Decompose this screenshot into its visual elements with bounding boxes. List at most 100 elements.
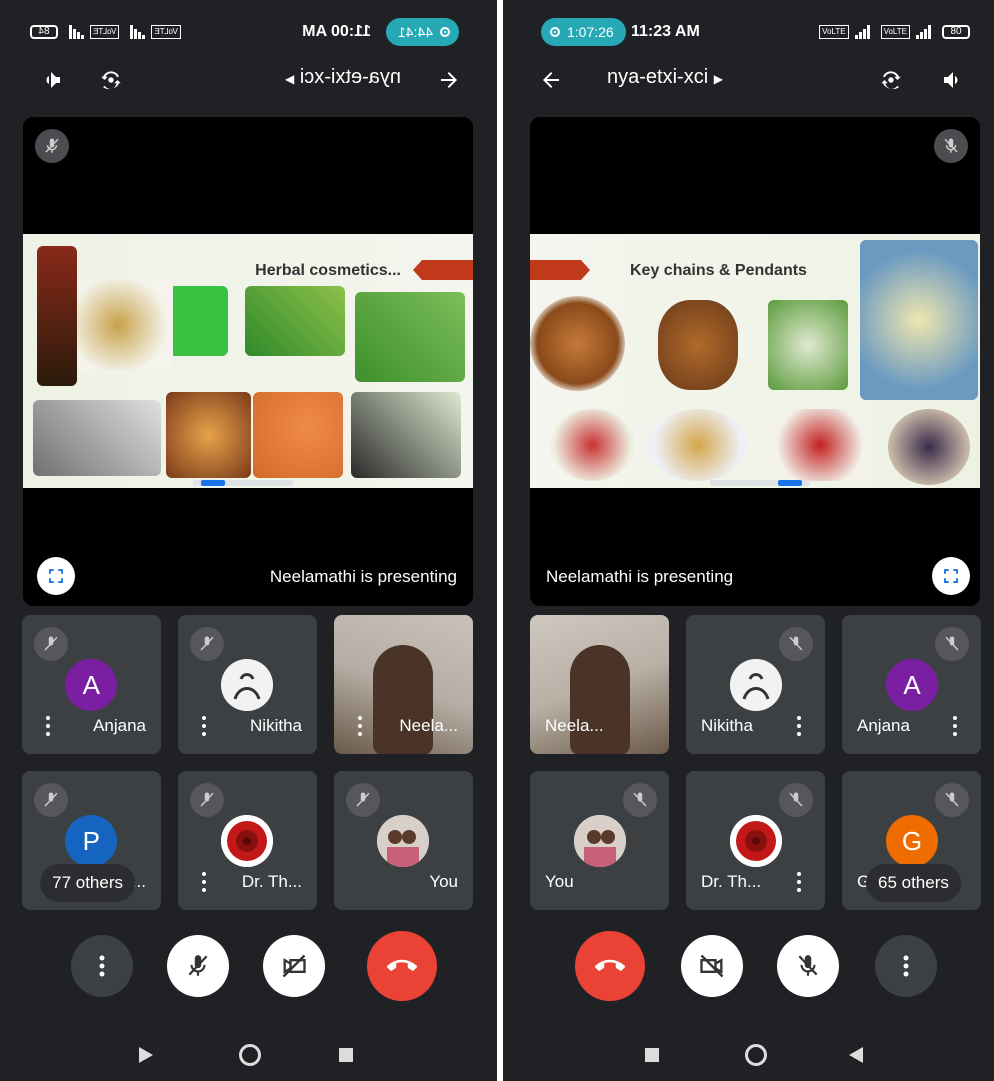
volte-icon: VoLTE (90, 25, 120, 39)
video-off-icon (282, 954, 306, 978)
back-arrow-icon[interactable] (533, 62, 569, 98)
battery-icon: 80 (942, 25, 970, 39)
signal-icon (854, 25, 875, 39)
battery-level: 84 (38, 26, 50, 37)
signal-icon (916, 25, 936, 39)
participant-name: Neela... (545, 716, 604, 735)
others-count-pill[interactable]: 77 others (40, 864, 135, 902)
avatar: G (886, 815, 938, 867)
speaker-icon[interactable] (33, 62, 69, 98)
more-options-button[interactable] (875, 935, 937, 997)
participant-tile[interactable]: Nikitha (686, 615, 825, 754)
camera-toggle-button[interactable] (263, 935, 325, 997)
more-vert-icon[interactable] (46, 716, 50, 736)
nav-home-button[interactable] (745, 1044, 767, 1066)
android-nav-bar (503, 1028, 994, 1080)
participant-name: Anjana (93, 716, 146, 735)
mic-off-icon (935, 783, 969, 817)
square-icon (339, 1048, 353, 1062)
camera-toggle-button[interactable] (681, 935, 743, 997)
nav-back-button[interactable] (135, 1044, 157, 1066)
participant-tile[interactable]: Neela... (530, 615, 669, 754)
more-vert-icon[interactable] (797, 716, 801, 736)
product-photo (530, 296, 625, 391)
right-screenshot: 1:07:26 11:23 AM VoLTE VoLTE 80 nya-etxi… (503, 0, 994, 1081)
presentation-tile[interactable]: Herbal cosmetics... Neelamathi is presen… (23, 117, 473, 606)
mic-off-icon (934, 129, 968, 163)
meeting-code: nya-etxi-xci (299, 66, 401, 88)
avatar (730, 815, 782, 867)
avatar (730, 659, 782, 711)
avatar: A (65, 659, 117, 711)
product-photo (63, 280, 173, 370)
participant-tile[interactable]: You (530, 771, 669, 910)
product-photo (166, 392, 251, 478)
meeting-top-bar: nya-etxi-xci ▶ (0, 58, 497, 102)
participant-tile[interactable]: Dr. Th... (178, 771, 317, 910)
end-call-button[interactable] (367, 931, 437, 1001)
nav-recents-button[interactable] (641, 1044, 663, 1066)
participant-name: Dr. Th... (241, 872, 302, 891)
avatar (574, 815, 626, 867)
mic-off-icon (190, 627, 224, 661)
more-vert-icon[interactable] (797, 872, 801, 892)
recording-timer-pill[interactable]: 44:41 (385, 18, 459, 46)
clock: 11:23 AM (631, 23, 700, 40)
more-vert-icon[interactable] (202, 716, 206, 736)
participant-tile[interactable]: Neela... (334, 615, 473, 754)
fullscreen-button[interactable] (37, 557, 75, 595)
nav-home-button[interactable] (239, 1044, 261, 1066)
shared-slide: Herbal cosmetics... (23, 234, 473, 488)
more-vert-icon[interactable] (358, 716, 362, 736)
fullscreen-button[interactable] (932, 557, 970, 595)
more-options-button[interactable] (71, 935, 133, 997)
mic-toggle-button[interactable] (167, 935, 229, 997)
participant-tile[interactable]: You (334, 771, 473, 910)
back-arrow-icon[interactable] (431, 62, 467, 98)
meeting-title[interactable]: nya-etxi-xci ▶ (607, 66, 723, 89)
camera-flip-icon[interactable] (93, 62, 129, 98)
participant-tile[interactable]: Dr. Th... (686, 771, 825, 910)
signal-icon (125, 25, 146, 39)
meeting-title[interactable]: nya-etxi-xci ▶ (285, 66, 401, 89)
slide-banner (530, 260, 590, 280)
speaker-icon[interactable] (935, 62, 971, 98)
avatar-initial: A (903, 670, 921, 700)
participant-name: Dr. Th... (701, 872, 762, 891)
recording-timer-pill[interactable]: 1:07:26 (541, 18, 626, 46)
fullscreen-icon (49, 569, 63, 583)
mic-off-icon (779, 627, 813, 661)
camera-flip-icon[interactable] (873, 62, 909, 98)
mic-toggle-button[interactable] (777, 935, 839, 997)
participant-tile[interactable]: Nikitha (178, 615, 317, 754)
more-vert-icon[interactable] (953, 716, 957, 736)
participant-tile[interactable]: A Anjana (22, 615, 161, 754)
participant-name: Nikitha (250, 716, 302, 735)
triangle-back-icon (139, 1047, 153, 1063)
others-count-pill[interactable]: 65 others (866, 864, 961, 902)
participant-tile[interactable]: G G... 65 others (842, 771, 981, 910)
participant-tile[interactable]: P Pa... 77 others (22, 771, 161, 910)
avatar-initial: A (82, 670, 100, 700)
product-photo (355, 292, 465, 382)
mic-off-icon (623, 783, 657, 817)
video-off-icon (700, 954, 724, 978)
circle-icon (745, 1044, 767, 1066)
avatar-initial: G (901, 826, 923, 856)
product-photo (648, 409, 748, 481)
slide-banner (413, 260, 473, 280)
presentation-tile[interactable]: Key chains & Pendants Neelamathi is pres… (530, 117, 980, 606)
product-photo (245, 286, 345, 356)
participant-name: Neela... (399, 716, 458, 735)
end-call-button[interactable] (575, 931, 645, 1001)
mic-off-icon (34, 627, 68, 661)
volte-icon: VoLTE (880, 25, 910, 39)
volte-icon: VoLTE (151, 25, 181, 39)
phone-hangup-icon (387, 959, 417, 971)
nav-recents-button[interactable] (335, 1044, 357, 1066)
more-vert-icon[interactable] (202, 872, 206, 892)
record-dot-icon (550, 27, 560, 37)
slide-notice-bar (710, 480, 810, 486)
participant-tile[interactable]: A Anjana (842, 615, 981, 754)
nav-back-button[interactable] (845, 1044, 867, 1066)
